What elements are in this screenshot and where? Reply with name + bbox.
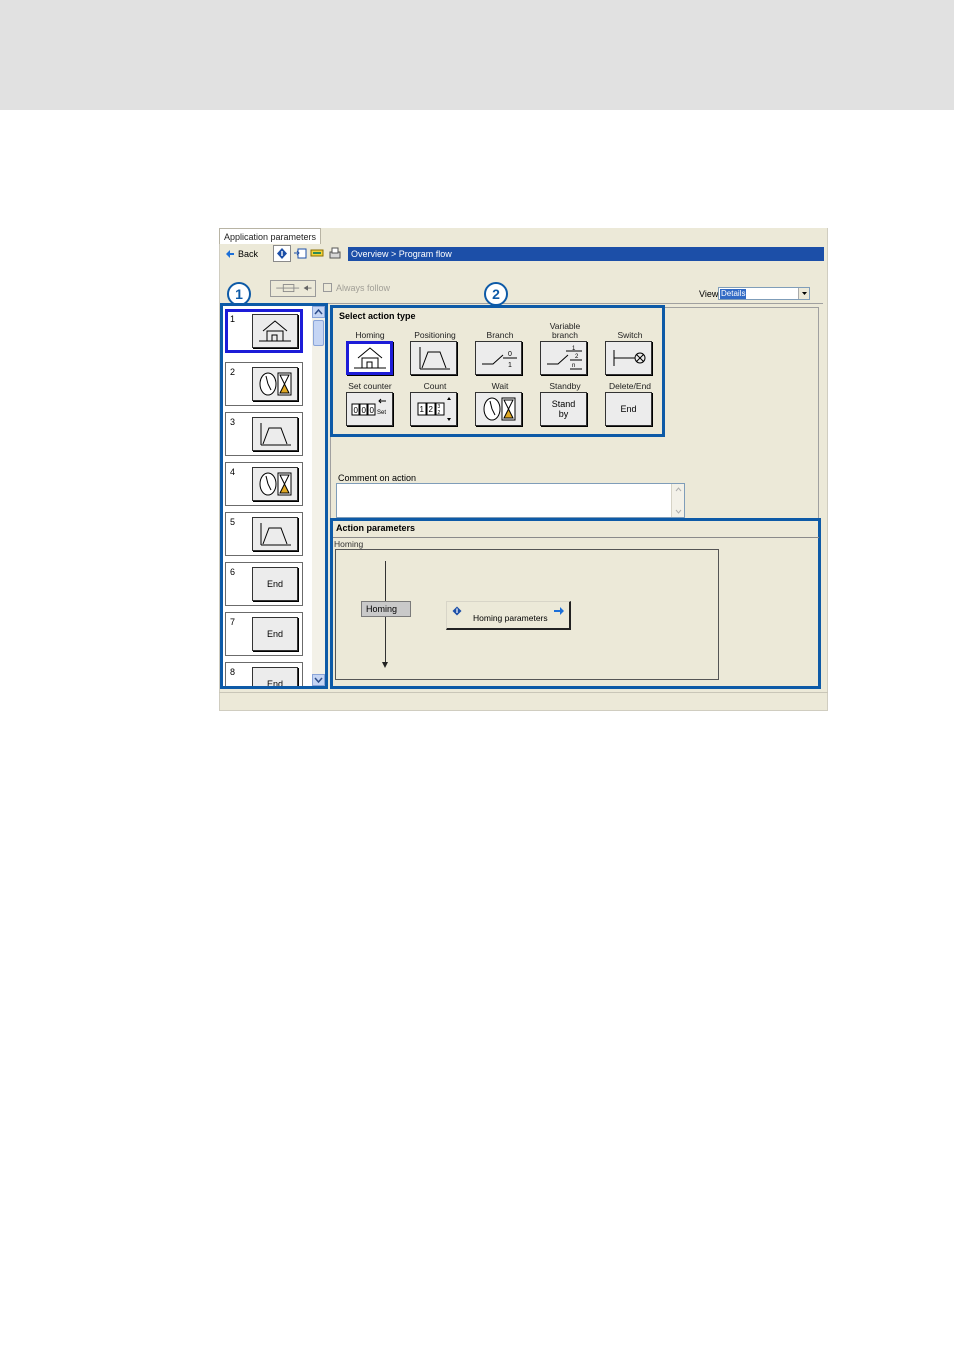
end-text: End (620, 404, 637, 414)
view-label: View (699, 289, 719, 299)
comment-label: Comment on action (338, 473, 417, 483)
tab-application-parameters[interactable]: Application parameters (219, 228, 322, 244)
print-icon[interactable] (328, 247, 342, 260)
always-follow-checkbox[interactable] (323, 283, 332, 292)
homing-parameters-button[interactable]: Homing parameters (446, 601, 571, 630)
action-parameters-subtitle: Homing (334, 539, 364, 549)
homing-icon (353, 347, 386, 369)
svg-text:Set: Set (377, 410, 386, 416)
action-label-variable-branch: Variable branch (549, 321, 581, 340)
action-parameters-title: Action parameters (336, 523, 416, 533)
callout-2: 2 (484, 282, 508, 306)
comment-scrollbar[interactable] (671, 484, 684, 517)
action-count-button[interactable]: 1232 (410, 392, 457, 426)
back-label: Back (238, 249, 259, 259)
action-variable-branch-button[interactable]: 12n (540, 341, 587, 375)
follow-step-icon (276, 284, 312, 293)
svg-text:0: 0 (508, 351, 512, 358)
region-1-frame (220, 303, 328, 689)
page-header-band (0, 0, 954, 110)
action-set-counter-button[interactable]: 0 0 0 Set (346, 392, 393, 426)
action-label-standby: Standby (549, 381, 581, 391)
action-positioning-button[interactable] (410, 341, 457, 375)
action-switch-button[interactable] (605, 341, 652, 375)
branch-icon: 01 (481, 351, 517, 369)
back-button[interactable]: Back (225, 247, 258, 261)
action-branch-button[interactable]: 01 (475, 341, 522, 375)
action-label-homing: Homing (355, 330, 385, 340)
action-label-count: Count (423, 381, 447, 391)
homing-block: Homing (361, 601, 411, 617)
import-icon[interactable] (293, 247, 307, 260)
action-parameters-divider (333, 537, 819, 538)
svg-text:1: 1 (419, 405, 424, 414)
flow-arrow-icon (382, 662, 388, 668)
positioning-icon (419, 347, 450, 370)
info-icon (452, 606, 462, 616)
svg-text:0: 0 (353, 406, 358, 415)
switch-icon (613, 350, 645, 366)
standby-text: Stand by (551, 399, 576, 419)
svg-text:1: 1 (508, 362, 512, 369)
breadcrumb: Overview > Program flow (348, 247, 824, 261)
follow-button[interactable] (270, 280, 316, 297)
action-label-switch: Switch (617, 330, 643, 340)
comment-scroll-arrows-icon (675, 487, 682, 514)
info-icon[interactable] (275, 247, 289, 260)
action-wait-button[interactable] (475, 392, 522, 426)
action-label-delete-end: Delete/End (608, 381, 652, 391)
set-counter-icon: 0 0 0 Set (351, 398, 386, 416)
comment-textarea[interactable] (336, 483, 685, 518)
action-label-branch: Branch (486, 330, 514, 340)
arrow-right-icon (554, 607, 564, 615)
svg-text:2: 2 (575, 354, 579, 360)
view-select[interactable]: Details (718, 287, 810, 300)
chevron-down-icon[interactable] (798, 288, 809, 299)
select-action-type-title: Select action type (339, 311, 416, 321)
action-homing-button[interactable] (346, 341, 393, 375)
count-icon: 1 2 32 (417, 397, 451, 421)
svg-text:0: 0 (361, 406, 366, 415)
wait-icon (483, 397, 515, 421)
action-delete-end-button[interactable]: End (605, 392, 652, 426)
svg-text:0: 0 (369, 406, 374, 415)
monitor-icon[interactable] (310, 247, 324, 260)
svg-text:2: 2 (428, 405, 433, 414)
action-label-set-counter: Set counter (348, 381, 392, 391)
always-follow-label: Always follow (336, 283, 391, 293)
action-label-positioning: Positioning (414, 330, 456, 340)
back-arrow-icon (226, 250, 234, 258)
variable-branch-icon: 12n (546, 346, 582, 370)
svg-text:2: 2 (437, 410, 440, 416)
action-label-wait: Wait (491, 381, 509, 391)
homing-parameters-label: Homing parameters (473, 613, 548, 623)
view-select-value: Details (720, 289, 747, 299)
action-standby-button[interactable]: Stand by (540, 392, 587, 426)
toolbar-divider (326, 303, 823, 304)
status-bar-divider (219, 692, 828, 693)
svg-text:n: n (572, 363, 575, 369)
